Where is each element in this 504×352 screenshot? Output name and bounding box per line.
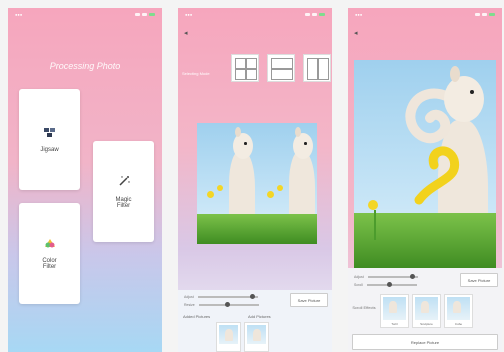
filtered-photo[interactable]	[354, 60, 496, 268]
phone-processing-menu: ●●● Processing Photo Jigsaw Magic Filter…	[8, 8, 162, 352]
status-time: ●●●	[185, 11, 193, 17]
filter-thumb-twirl[interactable]: Twirl	[380, 294, 409, 328]
status-bar: ●●●	[348, 8, 502, 20]
slider-resize-label: Resize	[184, 303, 195, 307]
page-title: Processing Photo	[49, 61, 121, 71]
color-swatch-icon	[43, 237, 57, 252]
filter-thumbnails: Twirl Sculpture Cube	[380, 294, 473, 328]
filter-name: Twirl	[391, 322, 398, 326]
picture-thumbnails	[216, 322, 269, 352]
status-icons	[305, 12, 325, 16]
filter-name: Sculpture	[420, 322, 433, 326]
back-arrow-icon[interactable]: ◂	[184, 29, 188, 37]
thumbnail[interactable]	[216, 322, 241, 352]
jigsaw-label: Jigsaw	[40, 147, 59, 153]
layout-option-1[interactable]	[231, 54, 259, 82]
mode-label: Selecting Mode	[182, 71, 210, 76]
add-pictures-label: Add Pictures	[248, 314, 271, 319]
save-picture-button[interactable]: Save Picture	[290, 293, 328, 307]
magic-filter-label: Magic Filter	[115, 197, 132, 209]
phone-magic-filter-screen: ●●● ◂ Adjust Scroll Save Picture Scroll …	[348, 8, 502, 352]
color-filter-card[interactable]: Color Filter	[19, 203, 80, 304]
slider-adjust[interactable]: Adjust	[184, 294, 258, 300]
slider-adjust-label: Adjust	[184, 295, 194, 299]
phone-jigsaw-screen: ●●● ◂ Selecting Mode Adjust Resize Save …	[178, 8, 332, 352]
slider-resize[interactable]: Resize	[184, 302, 259, 308]
status-icons	[475, 12, 495, 16]
scroll-effects-label: Scroll Effects	[352, 305, 376, 310]
filter-name: Cube	[454, 322, 463, 326]
slider-scroll[interactable]: Scroll	[354, 282, 417, 288]
jigsaw-photo[interactable]	[197, 123, 317, 244]
filter-thumb-cube[interactable]: Cube	[444, 294, 473, 328]
save-picture-button[interactable]: Save Picture	[460, 273, 498, 287]
magic-filter-controls: Adjust Scroll Save Picture Scroll Effect…	[348, 268, 502, 352]
slider-adjust-label: Adjust	[354, 275, 364, 279]
slider-scroll-label: Scroll	[354, 283, 363, 287]
jigsaw-controls: Adjust Resize Save Picture Added Picture…	[178, 290, 332, 352]
filter-thumb-sculpture[interactable]: Sculpture	[412, 294, 441, 328]
magic-wand-icon	[117, 174, 131, 191]
layout-option-3[interactable]	[303, 54, 331, 82]
slider-adjust[interactable]: Adjust	[354, 274, 418, 280]
thumbnail[interactable]	[244, 322, 269, 352]
added-pictures-label: Added Pictures	[183, 314, 211, 319]
status-icons	[135, 12, 155, 16]
back-arrow-icon[interactable]: ◂	[354, 29, 358, 37]
jigsaw-icon	[43, 126, 57, 141]
status-time: ●●●	[15, 11, 23, 17]
replace-picture-button[interactable]: Replace Picture	[352, 334, 498, 350]
color-filter-label: Color Filter	[42, 258, 57, 270]
magic-filter-card[interactable]: Magic Filter	[93, 141, 154, 242]
yellow-swirl	[414, 146, 460, 205]
status-bar: ●●●	[178, 8, 332, 20]
layout-option-2[interactable]	[267, 54, 295, 82]
jigsaw-card[interactable]: Jigsaw	[19, 89, 80, 190]
status-time: ●●●	[355, 11, 363, 17]
status-bar: ●●●	[8, 8, 162, 20]
